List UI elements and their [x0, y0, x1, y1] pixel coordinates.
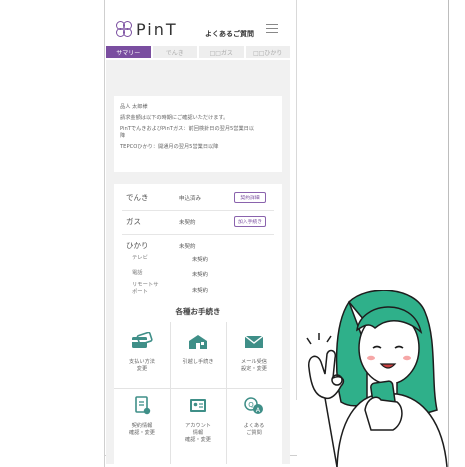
account-info-label: アカウント 情報 確認・変更	[185, 423, 211, 443]
mail-icon	[244, 335, 264, 348]
tv-status: 未契約	[192, 257, 208, 263]
gas-status: 未契約	[179, 220, 196, 226]
electric-contract-detail-button[interactable]: 契約詳細	[234, 192, 266, 203]
woman-illustration	[306, 290, 448, 467]
summary-line: 請求金額は以下の時期にご確認いただけます。	[120, 114, 229, 121]
tab-summary[interactable]: サマリー	[106, 46, 151, 58]
phone-status: 未契約	[192, 272, 208, 278]
summary-line: TEPCOひかり：開通月の翌月5営業日以降	[120, 144, 219, 151]
grid-divider	[114, 388, 282, 389]
faq-label: よくある ご質問	[243, 423, 265, 436]
tab-hikari[interactable]: □□ひかり	[245, 46, 290, 58]
house-icon	[189, 335, 207, 349]
electric-status: 申込済み	[179, 196, 202, 202]
logo-mark-icon	[116, 20, 134, 39]
contract-info-label: 契約情報 確認・変更	[129, 423, 155, 436]
gas-join-button[interactable]: 加入手続き	[234, 216, 266, 227]
card-icon	[132, 331, 153, 348]
id-card-icon	[190, 399, 206, 412]
tab-electric[interactable]: でんき	[152, 46, 197, 58]
contract-info-item[interactable]: 契約情報 確認・変更	[114, 396, 170, 437]
service-tabs: サマリー でんき □□ガス □□ひかり	[106, 46, 290, 58]
mail-settings-label: メール受信 設定・変更	[241, 359, 267, 372]
hamburger-menu-icon[interactable]	[266, 24, 278, 33]
tab-gas[interactable]: □□ガス	[199, 46, 244, 58]
faq-item[interactable]: Q A よくある ご質問	[226, 396, 282, 437]
tv-label: テレビ	[132, 255, 148, 261]
faq-link[interactable]: よくあるご質問	[205, 29, 254, 39]
procedures-title: 各種お手続き	[175, 307, 221, 316]
hikari-label: ひかり	[126, 241, 149, 250]
document-icon	[135, 396, 151, 415]
remote-support-label: リモートサ ポート	[132, 282, 159, 295]
payment-method-label: 支払い方法 変更	[129, 359, 155, 372]
summary-card: 品人 太郎様 請求金額は以下の時期にご確認いただけます。 PinTでんきおよびP…	[114, 96, 282, 172]
account-info-item[interactable]: アカウント 情報 確認・変更	[170, 396, 226, 444]
summary-line: 品人 太郎様	[120, 104, 148, 110]
payment-method-item[interactable]: 支払い方法 変更	[114, 331, 170, 373]
moving-label: 引越し手続き	[182, 359, 214, 365]
divider	[122, 234, 274, 235]
moving-item[interactable]: 引越し手続き	[170, 332, 226, 366]
svg-text:A: A	[256, 406, 261, 414]
phone-screen: PinT よくあるご質問 サマリー でんき □□ガス □□ひかり 品人 太郎様 …	[106, 14, 290, 464]
divider	[122, 210, 274, 211]
qa-icon: Q A	[244, 397, 263, 414]
mail-settings-item[interactable]: メール受信 設定・変更	[226, 332, 282, 373]
summary-line: PinTでんきおよびPinTガス：前回検針日の翌月5営業日以	[120, 125, 255, 132]
phone-label: 電話	[132, 270, 143, 276]
remote-support-status: 未契約	[192, 288, 208, 294]
electric-label: でんき	[126, 193, 149, 202]
summary-line: 降	[120, 133, 126, 140]
procedures-grid: 支払い方法 変更 引越し手続き メール受信 設定・変更 契約情報 確認・変更 ア…	[114, 322, 282, 464]
hikari-status: 未契約	[179, 244, 196, 250]
logo[interactable]: PinT	[116, 20, 178, 39]
logo-text: PinT	[136, 20, 178, 39]
frame-left-line	[104, 0, 105, 467]
gas-label: ガス	[126, 217, 141, 226]
